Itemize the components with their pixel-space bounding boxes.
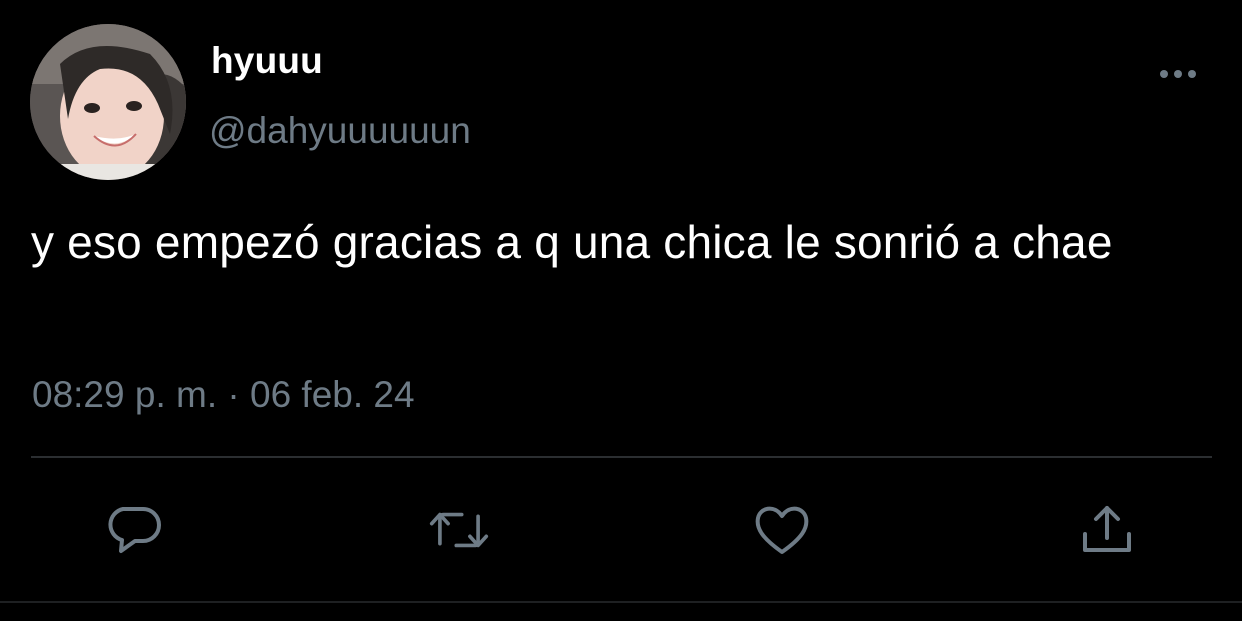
like-button[interactable] [752,500,812,560]
divider [31,456,1212,458]
tweet-card: hyuuu @dahyuuuuuun y eso empezó gracias … [0,0,1242,621]
tweet-timestamp[interactable]: 08:29 p. m. · 06 feb. 24 [32,374,415,416]
bottom-divider [0,601,1242,603]
meta-separator: · [227,374,240,415]
heart-icon [755,506,809,554]
share-button[interactable] [1077,500,1137,560]
reply-bubble-icon [108,507,161,553]
tweet-date: 06 feb. 24 [250,374,415,415]
reply-button[interactable] [104,500,164,560]
more-horizontal-icon [1160,70,1196,78]
user-handle[interactable]: @dahyuuuuuun [209,110,471,152]
more-options-button[interactable] [1152,56,1204,92]
tweet-text: y eso empezó gracias a q una chica le so… [31,216,1113,268]
avatar[interactable] [30,24,186,180]
retweet-icon [429,512,489,548]
share-upload-icon [1083,506,1131,552]
avatar-image [30,24,186,180]
tweet-time: 08:29 p. m. [32,374,218,415]
retweet-button[interactable] [429,500,489,560]
display-name[interactable]: hyuuu [211,40,323,82]
